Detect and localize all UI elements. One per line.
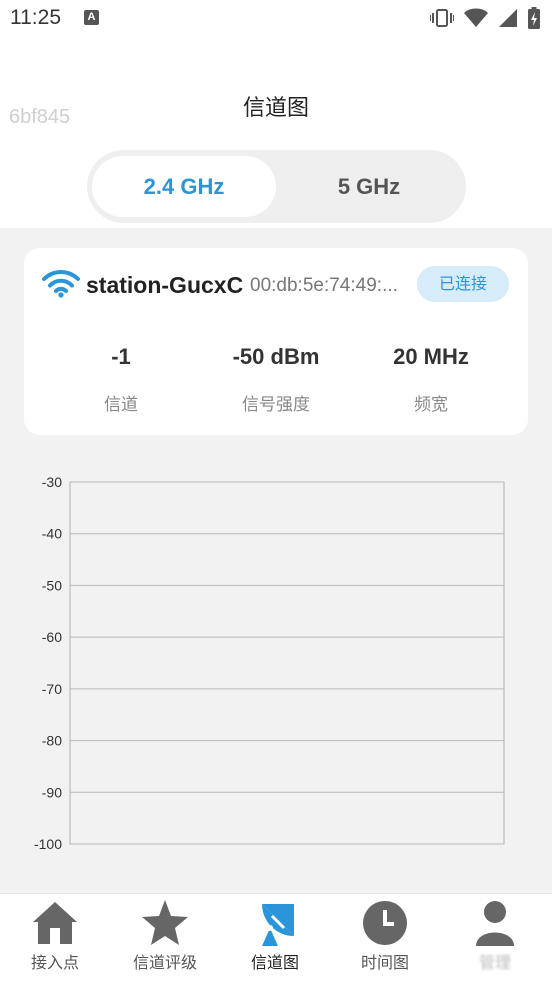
stat-channel: -1 信道	[41, 344, 201, 415]
nav-label-access-points: 接入点	[30, 953, 79, 972]
bandwidth-label: 频宽	[414, 395, 448, 415]
y-tick-label: -60	[42, 629, 62, 645]
nav-item-time-graph[interactable]: 时间图	[330, 894, 440, 981]
y-tick-label: -30	[42, 474, 62, 490]
nav-item-channel-rating[interactable]: 信道评级	[110, 894, 220, 981]
clock-icon	[363, 901, 407, 945]
vibrate-icon	[430, 9, 454, 27]
battery-charging-icon	[528, 7, 540, 29]
status-time: 11:25	[10, 6, 61, 29]
person-icon	[476, 901, 514, 946]
a-icon: A	[84, 10, 99, 25]
stat-bandwidth: 20 MHz 频宽	[351, 344, 511, 415]
y-tick-label: -40	[42, 526, 62, 542]
bottom-nav: 接入点 信道评级 信道图 时间图 管理	[0, 893, 552, 981]
band-toggle: 2.4 GHz 5 GHz	[87, 150, 466, 223]
signal-label: 信号强度	[242, 395, 310, 415]
y-tick-label: -90	[42, 784, 62, 800]
nav-item-manage[interactable]: 管理	[440, 894, 550, 981]
status-bar: 11:25 A	[0, 0, 552, 38]
nav-label-channel-graph: 信道图	[250, 953, 299, 972]
header: 信道图 6bf845 2.4 GHz 5 GHz	[0, 38, 552, 228]
connected-badge: 已连接	[417, 266, 509, 302]
nav-label-time-graph: 时间图	[360, 953, 409, 972]
network-bssid: 00:db:5e:74:49:...	[250, 275, 398, 296]
cell-signal-icon	[499, 9, 517, 27]
nav-label-channel-rating: 信道评级	[132, 953, 197, 972]
y-tick-label: -80	[42, 733, 62, 749]
wifi-signal-icon	[464, 8, 488, 27]
nav-item-channel-graph[interactable]: 信道图	[220, 894, 330, 981]
tab-2-4-ghz[interactable]: 2.4 GHz	[92, 156, 276, 217]
page-title: 信道图	[242, 96, 309, 121]
y-tick-label: -70	[42, 681, 62, 697]
nav-label-manage: 管理	[478, 953, 511, 972]
network-ssid: station-GucxC	[86, 272, 244, 298]
bandwidth-value: 20 MHz	[393, 344, 469, 369]
watermark: 6bf845	[9, 106, 71, 128]
chart-plot-area	[69, 481, 505, 845]
nav-item-access-points[interactable]: 接入点	[0, 894, 110, 981]
channel-chart-svg: -30 -40 -50 -60 -70 -80 -90 -100	[34, 474, 505, 852]
channel-chart[interactable]: -30 -40 -50 -60 -70 -80 -90 -100	[0, 460, 552, 880]
channel-label: 信道	[104, 395, 138, 415]
tab-5-ghz[interactable]: 5 GHz	[277, 156, 461, 217]
status-icons	[430, 7, 540, 29]
signal-value: -50 dBm	[232, 344, 320, 369]
stat-signal: -50 dBm 信号强度	[196, 344, 356, 415]
y-tick-label: -50	[42, 577, 62, 593]
channel-value: -1	[111, 344, 131, 369]
star-icon	[142, 900, 188, 945]
y-tick-label: -100	[34, 836, 62, 852]
satellite-dish-icon	[262, 904, 294, 946]
home-icon	[33, 902, 77, 944]
network-card[interactable]: station-GucxC 00:db:5e:74:49:... 已连接 -1 …	[24, 248, 528, 435]
wifi-icon	[42, 269, 80, 298]
